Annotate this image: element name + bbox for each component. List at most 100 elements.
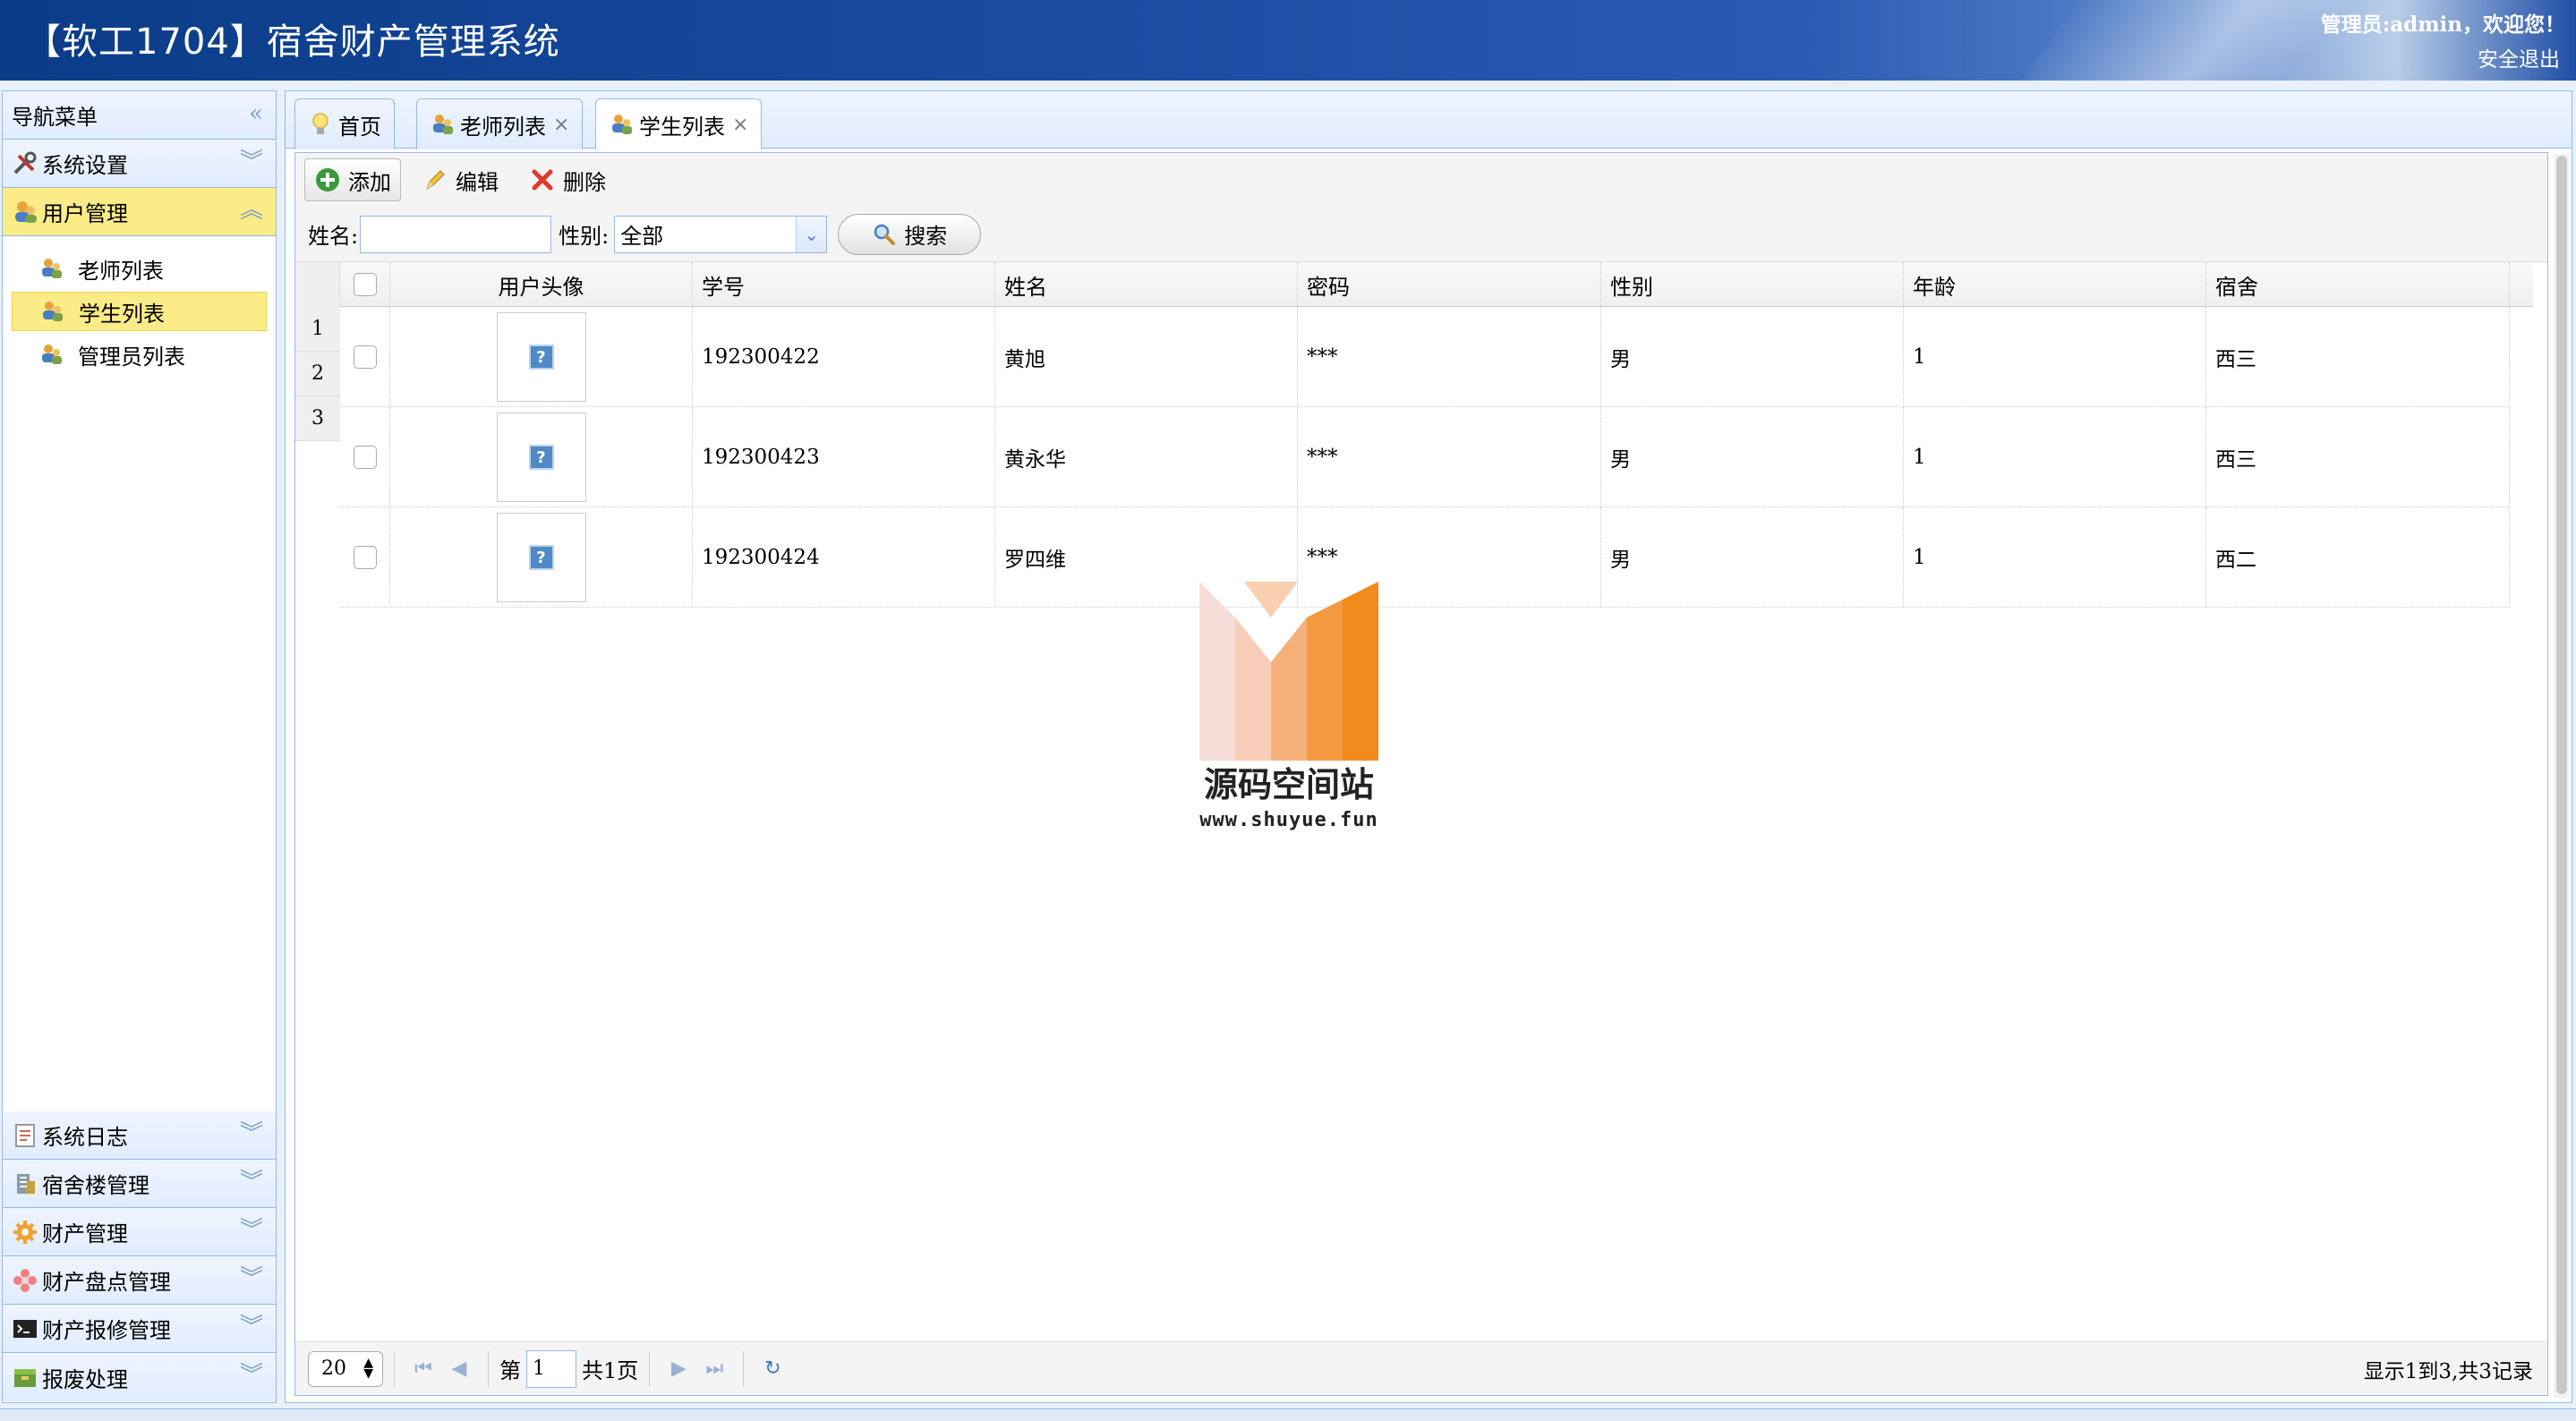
cell-student-id: 192300423 (693, 407, 995, 507)
search-bar: 姓名: 性别: 全部 ⌄ 搜索 (295, 207, 2547, 262)
add-button-label: 添加 (348, 169, 391, 195)
gender-label: 性别: (559, 224, 610, 249)
chevron-down-icon: ︾ (239, 1362, 263, 1389)
tab-student-list[interactable]: 学生列表 × (595, 98, 763, 149)
table-row[interactable]: ? 192300424 罗四维 *** 男 1 西二 (340, 507, 2510, 608)
table-row[interactable]: ? 192300422 黄旭 *** 男 1 西三 (340, 307, 2510, 407)
page-size-select[interactable]: 20 ▲ ▼ (308, 1350, 383, 1387)
user-icon (43, 302, 63, 321)
sidebar-section-inventory[interactable]: 财产盘点管理 ︾ (3, 1256, 276, 1305)
user-management-list: 老师列表 学生列表 管理员列表 (3, 236, 276, 1111)
tab-label: 老师列表 (460, 114, 546, 140)
first-page-icon[interactable]: ⏮ (405, 1351, 441, 1387)
close-icon[interactable]: × (732, 114, 748, 136)
spinner-icon: ▲ ▼ (363, 1355, 373, 1381)
broken-image-icon: ? (528, 545, 554, 570)
cell-age: 1 (1904, 307, 2206, 407)
page-number-input[interactable]: 1 (526, 1349, 576, 1388)
table-row[interactable]: ? 192300423 黄永华 *** 男 1 西三 (340, 407, 2510, 507)
broken-image-icon: ? (528, 445, 554, 470)
sidebar-section-label: 财产报修管理 (42, 1318, 171, 1343)
chevron-down-icon: ︾ (239, 1217, 263, 1244)
nav-menu-header: 导航菜单 « (3, 91, 276, 140)
sidebar-item-teacher-list[interactable]: 老师列表 (12, 249, 267, 288)
gender-select[interactable]: 全部 ⌄ (614, 215, 828, 253)
search-button[interactable]: 搜索 (838, 213, 982, 255)
pager-separator (394, 1350, 395, 1387)
row-select-cell (340, 307, 390, 407)
delete-button[interactable]: 删除 (519, 158, 616, 201)
cell-password: *** (1298, 307, 1601, 407)
avatar: ? (496, 312, 586, 402)
pager-separator (488, 1350, 489, 1387)
tools-icon (13, 151, 37, 174)
avatar: ? (496, 513, 586, 602)
page-total-label: 共1页 (582, 1358, 639, 1383)
row-checkbox[interactable] (353, 546, 377, 569)
chevron-down-icon[interactable]: ⌄ (796, 216, 827, 252)
sidebar-section-scrap[interactable]: 报废处理 ︾ (3, 1353, 276, 1401)
column-header-age[interactable]: 年龄 (1904, 262, 2206, 307)
cell-student-id: 192300422 (693, 307, 995, 407)
sidebar-section-system-log[interactable]: 系统日志 ︾ (3, 1111, 276, 1160)
refresh-icon[interactable]: ↻ (755, 1351, 790, 1387)
name-search-input[interactable] (360, 215, 552, 253)
column-header-name[interactable]: 姓名 (995, 262, 1298, 307)
sidebar-section-system-settings[interactable]: 系统设置 ︾ (3, 140, 276, 188)
delete-icon (532, 169, 553, 191)
chevron-down-icon: ︾ (239, 1169, 263, 1196)
column-header-gender[interactable]: 性别 (1601, 262, 1904, 307)
delete-button-label: 删除 (563, 169, 606, 195)
column-header-avatar[interactable]: 用户头像 (390, 262, 693, 307)
sidebar-section-label: 报废处理 (42, 1366, 128, 1392)
users-icon (15, 200, 37, 223)
sidebar-section-property[interactable]: 财产管理 ︾ (3, 1208, 276, 1256)
sidebar-section-user-management[interactable]: 用户管理 ︽ (3, 188, 276, 236)
column-header-password[interactable]: 密码 (1298, 262, 1601, 307)
cell-name: 黄永华 (995, 407, 1298, 507)
sidebar-section-building[interactable]: 宿舍楼管理 ︾ (3, 1160, 276, 1208)
tab-home[interactable]: 首页 (294, 98, 395, 149)
row-checkbox[interactable] (353, 345, 377, 369)
vertical-scrollbar[interactable] (2554, 154, 2570, 1398)
last-page-icon[interactable]: ⏭ (696, 1351, 732, 1387)
collapse-left-icon[interactable]: « (249, 102, 263, 125)
search-button-label: 搜索 (904, 224, 948, 249)
cell-gender: 男 (1601, 307, 1904, 407)
logout-link[interactable]: 安全退出 (2478, 42, 2560, 72)
select-all-checkbox[interactable] (353, 273, 377, 296)
cell-student-id: 192300424 (693, 507, 995, 608)
prev-page-icon[interactable]: ◀ (441, 1351, 477, 1387)
pagination-bar: 20 ▲ ▼ ⏮ ◀ 第 1 共1页 ▶ ⏭ ↻ 显示1到3,共3记录 (295, 1341, 2547, 1395)
nav-menu-title: 导航菜单 (12, 105, 98, 130)
column-header-dorm[interactable]: 宿舍 (2206, 262, 2510, 307)
chevron-down-icon: ︾ (239, 1265, 263, 1292)
building-icon (17, 1173, 35, 1194)
close-icon[interactable]: × (553, 114, 569, 136)
sidebar-section-repair[interactable]: 财产报修管理 ︾ (3, 1305, 276, 1353)
sidebar-item-admin-list[interactable]: 管理员列表 (12, 335, 267, 374)
row-number: 2 (295, 352, 340, 396)
tab-teacher-list[interactable]: 老师列表 × (416, 98, 584, 149)
sidebar-item-student-list[interactable]: 学生列表 (12, 292, 267, 331)
search-icon (874, 224, 896, 245)
terminal-icon (13, 1319, 37, 1338)
row-checkbox[interactable] (353, 446, 377, 469)
add-icon (316, 168, 339, 191)
page-prefix-label: 第 (499, 1358, 521, 1383)
student-grid-panel: 添加 编辑 删除 姓名: 性别: 全部 ⌄ 搜索 用户头像 学号 姓名 密码 性… (294, 152, 2548, 1396)
edit-button[interactable]: 编辑 (412, 158, 508, 201)
sidebar-section-label: 系统日志 (42, 1125, 128, 1150)
scrollbar-thumb[interactable] (2556, 156, 2567, 1394)
watermark-url: www.shuyue.fun (1199, 809, 1378, 831)
next-page-icon[interactable]: ▶ (661, 1351, 696, 1387)
add-button[interactable]: 添加 (304, 158, 401, 201)
cell-name: 黄旭 (995, 307, 1298, 407)
rownum-header (295, 262, 340, 307)
column-header-student-id[interactable]: 学号 (693, 262, 995, 307)
page-size-value: 20 (321, 1357, 346, 1380)
pencil-icon (426, 170, 445, 191)
tab-label: 学生列表 (639, 114, 725, 140)
cell-dorm: 西三 (2206, 407, 2510, 507)
row-number: 1 (295, 307, 340, 352)
